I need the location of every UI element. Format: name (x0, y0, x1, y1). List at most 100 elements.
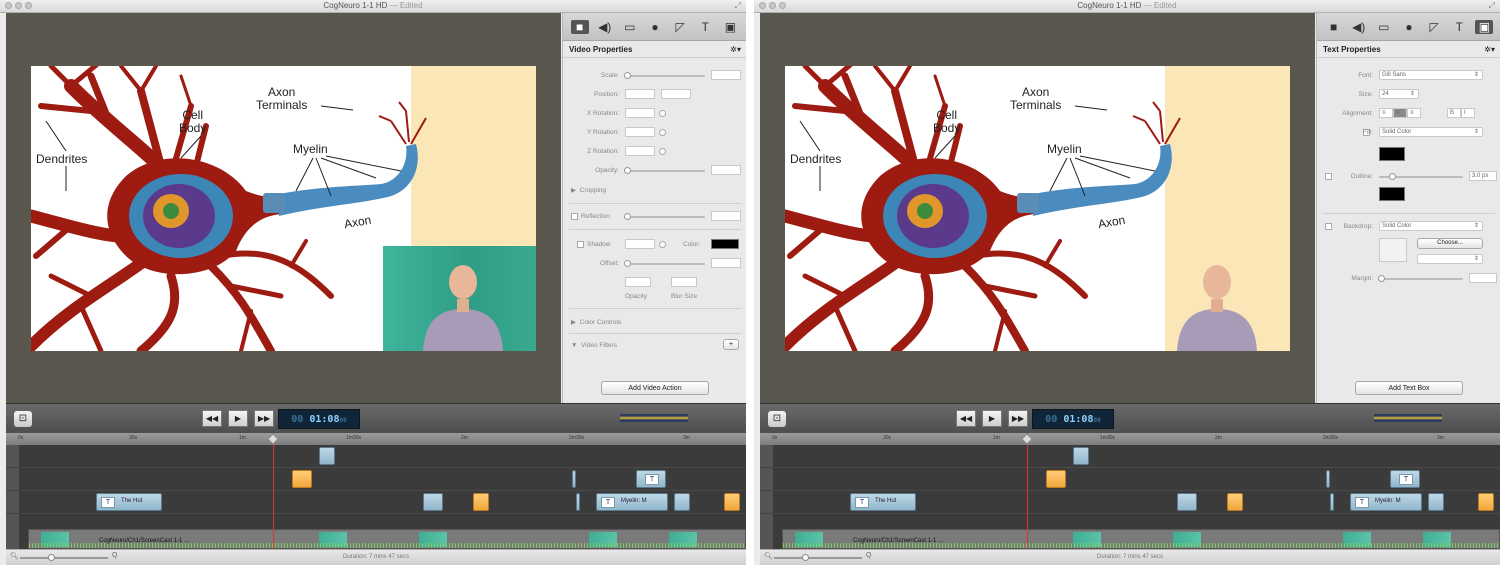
track-header[interactable] (760, 445, 773, 468)
video-icon[interactable]: ■ (570, 19, 589, 34)
screen-icon[interactable]: ▭ (621, 20, 639, 34)
video-filters-disclosure[interactable]: ▼ Video Filters (571, 342, 617, 349)
fill-select[interactable]: Solid Color ⇕ (1379, 127, 1483, 137)
choose-button[interactable]: Choose... (1417, 238, 1483, 249)
media-icon[interactable]: ▣ (721, 20, 739, 34)
reflection-slider[interactable] (624, 213, 705, 220)
media-clip[interactable] (1330, 493, 1334, 511)
z-rotation-field[interactable] (625, 146, 655, 156)
fullscreen-icon[interactable]: ⤢ (1489, 1, 1495, 11)
shape-icon[interactable]: ◸ (671, 20, 689, 34)
x-rotation-field[interactable] (625, 108, 655, 118)
add-video-action-button[interactable]: Add Video Action (601, 381, 709, 395)
y-rotation-dial[interactable] (659, 129, 666, 136)
add-text-box-button[interactable]: Add Text Box (1355, 381, 1463, 395)
media-clip[interactable] (1073, 447, 1089, 465)
crop-icon[interactable]: ⊡ (768, 411, 786, 427)
backdrop-select[interactable]: Solid Color ⇕ (1379, 221, 1483, 231)
italic-button[interactable]: I (1461, 108, 1475, 118)
fast-forward-button[interactable]: ▶▶ (254, 410, 274, 427)
timeline[interactable]: 0s 30s 1m 1m30s 2m 2m30s 3m T T The Hut T… (6, 433, 746, 550)
callout-clip[interactable] (1478, 493, 1494, 511)
pointer-icon[interactable]: ● (1400, 20, 1418, 34)
color-controls-disclosure[interactable]: ▶ Color Controls (571, 318, 621, 326)
offset-slider[interactable] (624, 260, 705, 267)
track-header[interactable] (6, 491, 19, 514)
outline-color-well[interactable] (1379, 187, 1405, 201)
slide-canvas[interactable]: Dendrites Cell Body Axon Terminals Myeli… (31, 66, 536, 351)
pointer-icon[interactable]: ● (646, 20, 664, 34)
track-header[interactable] (760, 468, 773, 491)
outline-slider[interactable] (1379, 173, 1463, 180)
shadow-opacity-field[interactable] (625, 277, 651, 287)
add-filter-button[interactable]: + (723, 339, 739, 350)
timeline[interactable]: 0s 30s 1m 1m30s 2m 2m30s 3m T T The Hut T… (760, 433, 1500, 550)
align-center-button[interactable]: ≡ (1393, 108, 1407, 118)
text-clip[interactable]: T The Hut (850, 493, 916, 511)
playhead[interactable] (273, 433, 274, 549)
opacity-slider[interactable] (624, 167, 705, 174)
picture-in-picture-video[interactable] (1137, 246, 1290, 351)
position-x-field[interactable] (625, 89, 655, 99)
text-clip[interactable]: T The Hut (96, 493, 162, 511)
callout-clip[interactable] (292, 470, 312, 488)
crop-icon[interactable]: ⊡ (14, 411, 32, 427)
align-left-button[interactable]: ≡ (1379, 108, 1393, 118)
media-clip[interactable] (674, 493, 690, 511)
gear-icon[interactable]: ✲▾ (1484, 42, 1495, 58)
fill-color-well[interactable] (1379, 147, 1405, 161)
media-clip[interactable] (1177, 493, 1197, 511)
align-right-button[interactable]: ≡ (1407, 108, 1421, 118)
z-rotation-dial[interactable] (659, 148, 666, 155)
play-button[interactable]: ▶ (228, 410, 248, 427)
media-clip[interactable] (576, 493, 580, 511)
text-clip[interactable]: T Myelin: M (1350, 493, 1422, 511)
callout-clip[interactable] (724, 493, 740, 511)
outline-checkbox[interactable] (1325, 173, 1332, 180)
backdrop-image-well[interactable] (1379, 238, 1407, 262)
text-icon[interactable]: T (1450, 20, 1468, 34)
time-ruler[interactable]: 0s 30s 1m 1m30s 2m 2m30s 3m (6, 433, 746, 445)
position-y-field[interactable] (661, 89, 691, 99)
track-header[interactable] (6, 468, 19, 491)
main-video-clip[interactable]: CogNeuro/Ch1/ScreenCast 1-1 ... (28, 529, 746, 549)
text-clip[interactable]: T (636, 470, 666, 488)
gear-icon[interactable]: ✲▾ (730, 42, 741, 58)
text-clip[interactable]: T (1390, 470, 1420, 488)
scale-slider[interactable] (624, 72, 705, 79)
callout-clip[interactable] (1227, 493, 1243, 511)
opacity-field[interactable] (711, 165, 741, 175)
fast-forward-button[interactable]: ▶▶ (1008, 410, 1028, 427)
reflection-field[interactable] (711, 211, 741, 221)
media-icon[interactable]: ▣ (1475, 19, 1494, 34)
picture-in-picture-video[interactable] (383, 246, 536, 351)
x-rotation-dial[interactable] (659, 110, 666, 117)
screen-icon[interactable]: ▭ (1375, 20, 1393, 34)
shadow-angle-field[interactable] (625, 239, 655, 249)
audio-icon[interactable]: ◀) (596, 20, 614, 34)
margin-field[interactable] (1469, 273, 1497, 283)
reflection-checkbox[interactable] (571, 213, 578, 220)
play-button[interactable]: ▶ (982, 410, 1002, 427)
playhead[interactable] (1027, 433, 1028, 549)
outline-field[interactable]: 3.0 px (1469, 171, 1497, 181)
time-ruler[interactable]: 0s 30s 1m 1m30s 2m 2m30s 3m (760, 433, 1500, 445)
shadow-color-well[interactable] (711, 239, 739, 249)
text-clip[interactable]: T Myelin: M (596, 493, 668, 511)
media-clip[interactable] (1326, 470, 1330, 488)
margin-slider[interactable] (1378, 275, 1463, 282)
media-clip[interactable] (319, 447, 335, 465)
bold-button[interactable]: B (1447, 108, 1461, 118)
cropping-disclosure[interactable]: ▶ Cropping (571, 186, 606, 194)
track-header[interactable] (6, 514, 19, 550)
size-select[interactable]: 24 ⇕ (1379, 89, 1419, 99)
audio-icon[interactable]: ◀) (1350, 20, 1368, 34)
slide-canvas[interactable]: Dendrites Cell Body Axon Terminals Myeli… (785, 66, 1290, 351)
backdrop-checkbox[interactable] (1325, 223, 1332, 230)
callout-clip[interactable] (473, 493, 489, 511)
offset-field[interactable] (711, 258, 741, 268)
font-select[interactable]: Gill Sans ⇕ (1379, 70, 1483, 80)
main-video-clip[interactable]: CogNeuro/Ch1/ScreenCast 1-1 ... (782, 529, 1500, 549)
shadow-angle-dial[interactable] (659, 241, 666, 248)
callout-clip[interactable] (1046, 470, 1066, 488)
